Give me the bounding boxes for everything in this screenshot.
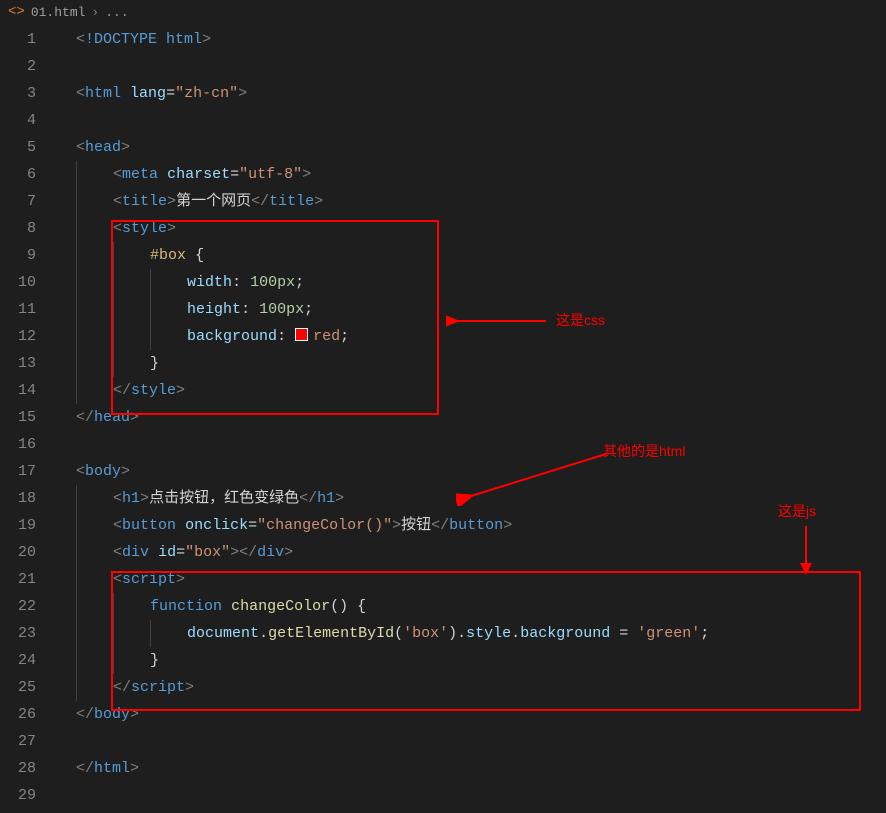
code-editor[interactable]: 1 2 3 4 5 6 7 8 9 10 11 12 13 14 15 16 1… bbox=[0, 26, 886, 813]
line-number: 6 bbox=[0, 161, 36, 188]
line-number: 28 bbox=[0, 755, 36, 782]
code-line[interactable]: </body> bbox=[56, 701, 886, 728]
line-number: 17 bbox=[0, 458, 36, 485]
code-line[interactable]: <body> bbox=[56, 458, 886, 485]
code-line[interactable]: </head> bbox=[56, 404, 886, 431]
line-number: 18 bbox=[0, 485, 36, 512]
code-line[interactable]: <script> bbox=[56, 566, 886, 593]
code-line[interactable]: </html> bbox=[56, 755, 886, 782]
line-number: 12 bbox=[0, 323, 36, 350]
code-line[interactable]: </style> bbox=[56, 377, 886, 404]
line-number: 9 bbox=[0, 242, 36, 269]
code-line[interactable]: document.getElementById('box').style.bac… bbox=[56, 620, 886, 647]
code-line[interactable]: <div id="box"></div> bbox=[56, 539, 886, 566]
line-number: 4 bbox=[0, 107, 36, 134]
code-line[interactable]: width: 100px; bbox=[56, 269, 886, 296]
code-line[interactable]: <head> bbox=[56, 134, 886, 161]
line-number: 16 bbox=[0, 431, 36, 458]
line-number: 3 bbox=[0, 80, 36, 107]
code-line[interactable]: <!DOCTYPE html> bbox=[56, 26, 886, 53]
code-line[interactable] bbox=[56, 431, 886, 458]
line-number: 25 bbox=[0, 674, 36, 701]
code-line[interactable]: <meta charset="utf-8"> bbox=[56, 161, 886, 188]
code-area[interactable]: <!DOCTYPE html> <html lang="zh-cn"> <hea… bbox=[56, 26, 886, 813]
line-number: 29 bbox=[0, 782, 36, 809]
code-line[interactable]: <h1>点击按钮，红色变绿色</h1> bbox=[56, 485, 886, 512]
line-number: 27 bbox=[0, 728, 36, 755]
color-swatch-icon bbox=[295, 328, 308, 341]
code-line[interactable]: function changeColor() { bbox=[56, 593, 886, 620]
code-line[interactable] bbox=[56, 53, 886, 80]
code-line[interactable]: <style> bbox=[56, 215, 886, 242]
line-number: 26 bbox=[0, 701, 36, 728]
line-number: 22 bbox=[0, 593, 36, 620]
line-number: 8 bbox=[0, 215, 36, 242]
code-line[interactable] bbox=[56, 107, 886, 134]
line-number: 13 bbox=[0, 350, 36, 377]
line-number: 5 bbox=[0, 134, 36, 161]
line-number: 2 bbox=[0, 53, 36, 80]
breadcrumb[interactable]: <> 01.html › ... bbox=[0, 0, 886, 26]
line-number: 20 bbox=[0, 539, 36, 566]
breadcrumb-filename: 01.html bbox=[31, 5, 86, 20]
line-number: 14 bbox=[0, 377, 36, 404]
code-line[interactable] bbox=[56, 728, 886, 755]
line-number: 10 bbox=[0, 269, 36, 296]
code-line[interactable]: height: 100px; bbox=[56, 296, 886, 323]
code-line[interactable]: <html lang="zh-cn"> bbox=[56, 80, 886, 107]
code-line[interactable]: } bbox=[56, 350, 886, 377]
code-line[interactable]: </script> bbox=[56, 674, 886, 701]
line-number: 19 bbox=[0, 512, 36, 539]
code-line[interactable]: background: red; bbox=[56, 323, 886, 350]
chevron-right-icon: › bbox=[91, 5, 99, 20]
line-number: 24 bbox=[0, 647, 36, 674]
code-line[interactable]: } bbox=[56, 647, 886, 674]
breadcrumb-rest: ... bbox=[105, 5, 128, 20]
line-number: 23 bbox=[0, 620, 36, 647]
line-number-gutter: 1 2 3 4 5 6 7 8 9 10 11 12 13 14 15 16 1… bbox=[0, 26, 56, 813]
line-number: 7 bbox=[0, 188, 36, 215]
line-number: 11 bbox=[0, 296, 36, 323]
line-number: 21 bbox=[0, 566, 36, 593]
html-file-icon: <> bbox=[8, 4, 25, 20]
code-line[interactable]: <title>第一个网页</title> bbox=[56, 188, 886, 215]
line-number: 15 bbox=[0, 404, 36, 431]
code-line[interactable] bbox=[56, 782, 886, 809]
code-line[interactable]: #box { bbox=[56, 242, 886, 269]
code-line[interactable]: <button onclick="changeColor()">按钮</butt… bbox=[56, 512, 886, 539]
line-number: 1 bbox=[0, 26, 36, 53]
